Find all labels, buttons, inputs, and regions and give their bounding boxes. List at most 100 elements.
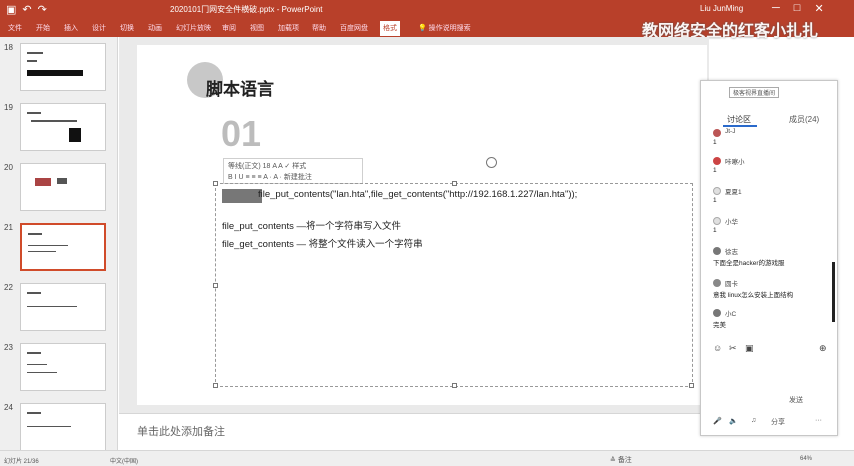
status-bar: 幻灯片 21/36 中文(中国) ≙ 备注 64%	[0, 450, 854, 466]
avatar	[713, 157, 721, 165]
message-text: 1	[713, 227, 717, 234]
quick-access-toolbar: ▣ ↶ ↷	[6, 3, 47, 16]
message-author: 小华	[725, 219, 738, 226]
message-text: 意我 linux怎么安装上面结构	[713, 292, 794, 299]
slide-thumbnail[interactable]: 24	[0, 401, 117, 450]
resize-handle[interactable]	[452, 181, 457, 186]
avatar	[713, 217, 721, 225]
speaker-icon[interactable]: 🔈	[729, 417, 738, 425]
zoom-level[interactable]: 64%	[800, 456, 812, 462]
chat-toolbar: ☺ ✂ ▣ ⊕	[713, 343, 833, 355]
more-icon[interactable]: ···	[815, 417, 822, 424]
message-author: 小C	[725, 311, 737, 318]
tell-me-label: 操作说明搜索	[428, 25, 471, 32]
slide-thumbnail[interactable]: 22	[0, 281, 117, 339]
rotate-handle-icon[interactable]	[486, 157, 497, 168]
redo-icon[interactable]: ↷	[38, 3, 47, 16]
tab-file[interactable]: 文件	[8, 23, 22, 33]
tab-design[interactable]: 设计	[92, 23, 106, 33]
music-icon[interactable]: ♫	[751, 417, 756, 424]
resize-handle[interactable]	[213, 283, 218, 288]
tab-review[interactable]: 审阅	[222, 23, 236, 33]
explanation-line[interactable]: file_get_contents — 将整个文件读入一个字符串	[222, 236, 423, 250]
image-icon[interactable]: ▣	[745, 343, 754, 354]
slide-thumbnail[interactable]: 20	[0, 161, 117, 219]
slide-preview	[20, 283, 106, 331]
slide-title[interactable]: 脚本语言	[206, 75, 274, 100]
slide-number: 21	[4, 223, 13, 232]
share-button[interactable]: 分享	[771, 417, 785, 427]
message-text: 1	[713, 197, 717, 204]
message-author: 圆卡	[725, 281, 738, 288]
close-button[interactable]: ✕	[814, 2, 823, 15]
message-author: 夏夏1	[725, 189, 742, 196]
current-slide[interactable]: 脚本语言 01 等线(正文) 18 A A ✓ 样式 B I U ≡ ≡ ≡ A…	[137, 45, 707, 405]
notes-toggle-label: 备注	[617, 457, 632, 464]
slide-preview	[20, 43, 106, 91]
slide-counter: 幻灯片 21/36	[4, 459, 39, 465]
powerpoint-window: ▣ ↶ ↷ 2020101冂网安全件横破.pptx - PowerPoint L…	[0, 0, 854, 466]
chat-bottom-bar: 🎤 🔈 ♫ 分享 ···	[709, 417, 833, 431]
message-text: 1	[713, 167, 717, 174]
notes-toggle[interactable]: ≙ 备注	[610, 455, 632, 465]
content-textbox[interactable]: file_put_contents("lan.hta",file_get_con…	[213, 181, 694, 388]
message-author: 徐志	[725, 249, 738, 256]
slide-number: 23	[4, 343, 13, 352]
resize-handle[interactable]	[213, 181, 218, 186]
mic-icon[interactable]: 🎤	[713, 417, 722, 425]
emoji-icon[interactable]: ☺	[713, 343, 722, 353]
tab-discussion[interactable]: 讨论区	[727, 114, 751, 125]
tab-slideshow[interactable]: 幻灯片放映	[176, 23, 211, 33]
tab-animations[interactable]: 动画	[148, 23, 162, 33]
slide-thumbnail[interactable]: 23	[0, 341, 117, 399]
slide-number: 22	[4, 283, 13, 292]
tab-home[interactable]: 开始	[36, 23, 50, 33]
mini-format-toolbar[interactable]: 等线(正文) 18 A A ✓ 样式 B I U ≡ ≡ ≡ A · A · 新…	[223, 158, 363, 184]
slide-thumbnail[interactable]: 18	[0, 41, 117, 99]
notes-placeholder[interactable]: 单击此处添加备注	[137, 423, 225, 439]
tab-view[interactable]: 视图	[250, 23, 264, 33]
mini-toolbar-row2[interactable]: B I U ≡ ≡ ≡ A · A · 新建批注	[228, 172, 358, 183]
explanation-line[interactable]: file_put_contents —将一个字符串写入文件	[222, 218, 401, 232]
slide-preview	[20, 103, 106, 151]
minimize-button[interactable]: ─	[772, 2, 780, 15]
send-button[interactable]: 发送	[789, 395, 803, 405]
slide-thumbnail-selected[interactable]: 21	[0, 221, 117, 279]
save-icon[interactable]: ▣	[6, 3, 16, 16]
slide-thumbnail-pane[interactable]: 18 19 20 21 22 23 24	[0, 37, 118, 450]
message-text: 完美	[713, 322, 726, 329]
resize-handle[interactable]	[452, 383, 457, 388]
notes-pane[interactable]: 单击此处添加备注	[119, 413, 709, 450]
slide-number: 20	[4, 163, 13, 172]
document-title: 2020101冂网安全件横破.pptx - PowerPoint	[170, 5, 323, 14]
resize-handle[interactable]	[689, 383, 694, 388]
tab-baidu-netdisk[interactable]: 百度网盘	[340, 23, 368, 33]
scrollbar[interactable]	[832, 262, 835, 322]
account-name[interactable]: Liu JunMing	[700, 4, 743, 13]
tab-insert[interactable]: 插入	[64, 23, 78, 33]
selection-highlight	[222, 189, 262, 203]
language-indicator[interactable]: 中文(中国)	[110, 456, 138, 465]
slide-number: 24	[4, 403, 13, 412]
scissors-icon[interactable]: ✂	[729, 343, 737, 354]
avatar	[713, 129, 721, 137]
slide-number: 19	[4, 103, 13, 112]
maximize-button[interactable]: □	[794, 2, 801, 15]
tab-addins[interactable]: 加载项	[278, 23, 299, 33]
live-chat-panel: 极客视界直播间 讨论区 成员(24) Jt-J 1 咔嚓小 1 夏夏1 1 小华…	[700, 80, 838, 436]
slide-thumbnail[interactable]: 19	[0, 101, 117, 159]
tab-members[interactable]: 成员(24)	[789, 114, 819, 125]
tab-format[interactable]: 格式	[380, 21, 400, 36]
message-author: 咔嚓小	[725, 159, 745, 166]
tab-transitions[interactable]: 切换	[120, 23, 134, 33]
slide-editor: 脚本语言 01 等线(正文) 18 A A ✓ 样式 B I U ≡ ≡ ≡ A…	[119, 37, 709, 413]
code-line[interactable]: file_put_contents("lan.hta",file_get_con…	[258, 189, 577, 200]
tab-help[interactable]: 帮助	[312, 23, 326, 33]
add-icon[interactable]: ⊕	[819, 343, 827, 354]
avatar	[713, 279, 721, 287]
section-number[interactable]: 01	[221, 113, 261, 155]
undo-icon[interactable]: ↶	[22, 3, 31, 16]
resize-handle[interactable]	[213, 383, 218, 388]
tell-me-search[interactable]: 💡 操作说明搜索	[418, 23, 471, 33]
mini-toolbar-row1[interactable]: 等线(正文) 18 A A ✓ 样式	[228, 161, 358, 172]
